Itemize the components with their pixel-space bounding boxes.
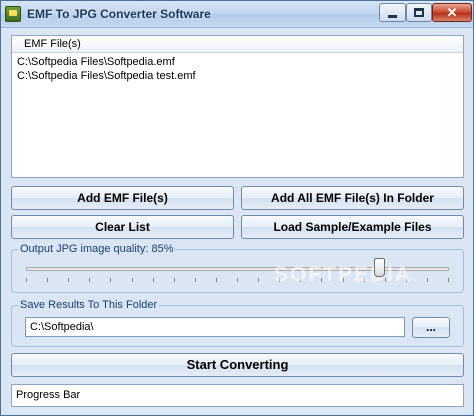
slider-tick [195, 278, 196, 282]
slider-tick [26, 278, 27, 282]
maximize-button[interactable] [406, 3, 432, 22]
quality-slider-thumb[interactable] [374, 258, 385, 277]
slider-tick [89, 278, 90, 282]
file-list-items: C:\Softpedia Files\Softpedia.emf C:\Soft… [12, 53, 463, 83]
minimize-icon [388, 14, 397, 18]
clear-list-button[interactable]: Clear List [11, 215, 234, 239]
watermark: SOFTPEDIA [274, 263, 413, 286]
file-list[interactable]: EMF File(s) C:\Softpedia Files\Softpedia… [11, 35, 464, 178]
window-title: EMF To JPG Converter Software [27, 7, 211, 21]
slider-tick [427, 278, 428, 282]
output-folder-group: Save Results To This Folder ... [11, 299, 464, 347]
slider-tick [448, 278, 449, 282]
slider-tick [47, 278, 48, 282]
minimize-button[interactable] [379, 3, 406, 22]
slider-tick [153, 278, 154, 282]
close-icon: ✕ [446, 5, 458, 20]
start-converting-button[interactable]: Start Converting [11, 353, 464, 377]
slider-tick [68, 278, 69, 282]
load-sample-files-button[interactable]: Load Sample/Example Files [241, 215, 464, 239]
add-files-button[interactable]: Add EMF File(s) [11, 186, 234, 210]
close-button[interactable]: ✕ [432, 3, 472, 22]
slider-tick [216, 278, 217, 282]
slider-tick [110, 278, 111, 282]
maximize-icon [414, 8, 424, 17]
slider-tick [132, 278, 133, 282]
quality-group: Output JPG image quality: 85% SOFTPEDIA [11, 243, 464, 293]
progress-bar: Progress Bar [11, 384, 464, 407]
list-item[interactable]: C:\Softpedia Files\Softpedia.emf [17, 55, 463, 69]
add-all-files-in-folder-button[interactable]: Add All EMF File(s) In Folder [241, 186, 464, 210]
app-icon[interactable] [5, 6, 21, 22]
list-item[interactable]: C:\Softpedia Files\Softpedia test.emf [17, 69, 463, 83]
file-list-column-header[interactable]: EMF File(s) [12, 36, 463, 53]
app-window: EMF To JPG Converter Software ✕ EMF File… [0, 0, 474, 416]
browse-folder-button[interactable]: ... [412, 317, 450, 338]
slider-tick [258, 278, 259, 282]
output-folder-input[interactable] [25, 317, 405, 337]
output-folder-label: Save Results To This Folder [18, 299, 160, 311]
slider-tick [237, 278, 238, 282]
slider-tick [174, 278, 175, 282]
title-bar[interactable]: EMF To JPG Converter Software ✕ [1, 1, 473, 28]
quality-label: Output JPG image quality: 85% [18, 243, 176, 255]
